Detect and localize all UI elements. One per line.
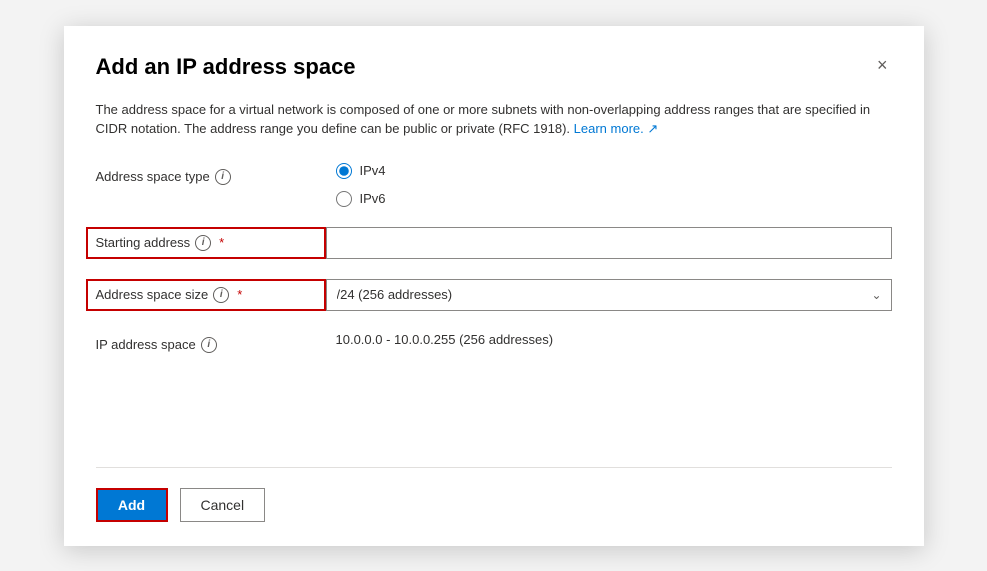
- ip-address-space-value: 10.0.0.0 - 10.0.0.255 (256 addresses): [336, 331, 892, 347]
- address-space-size-info-icon[interactable]: i: [213, 287, 229, 303]
- dialog-footer: Add Cancel: [96, 488, 892, 522]
- learn-more-link[interactable]: Learn more. ↗: [574, 121, 659, 136]
- starting-address-input[interactable]: 10.0.0.0: [326, 227, 892, 259]
- address-space-type-control: IPv4 IPv6: [336, 163, 892, 207]
- ip-address-space-row: IP address space i 10.0.0.0 - 10.0.0.255…: [96, 331, 892, 353]
- ipv4-option[interactable]: IPv4: [336, 163, 892, 179]
- description-text: The address space for a virtual network …: [96, 100, 892, 139]
- address-space-type-row: Address space type i IPv4 IPv6: [96, 163, 892, 207]
- address-space-type-radio-group: IPv4 IPv6: [336, 163, 892, 207]
- form-section: Address space type i IPv4 IPv6: [96, 163, 892, 443]
- address-space-size-row: Address space size i * /24 (256 addresse…: [96, 279, 892, 311]
- add-ip-address-space-dialog: Add an IP address space × The address sp…: [64, 26, 924, 546]
- starting-address-info-icon[interactable]: i: [195, 235, 211, 251]
- external-link-icon: ↗: [647, 121, 658, 136]
- ipv6-radio[interactable]: [336, 191, 352, 207]
- address-space-size-select[interactable]: /24 (256 addresses) /23 (512 addresses) …: [326, 279, 892, 311]
- starting-address-label: Starting address i *: [86, 227, 326, 259]
- address-space-size-control: /24 (256 addresses) /23 (512 addresses) …: [326, 279, 892, 311]
- ipv6-option[interactable]: IPv6: [336, 191, 892, 207]
- dialog-title: Add an IP address space: [96, 54, 356, 80]
- starting-address-row: Starting address i * 10.0.0.0: [96, 227, 892, 259]
- starting-address-required: *: [219, 235, 224, 250]
- cancel-button[interactable]: Cancel: [180, 488, 266, 522]
- starting-address-control: 10.0.0.0: [326, 227, 892, 259]
- dialog-header: Add an IP address space ×: [96, 54, 892, 80]
- ip-address-space-info-icon[interactable]: i: [201, 337, 217, 353]
- address-space-type-info-icon[interactable]: i: [215, 169, 231, 185]
- address-space-size-label: Address space size i *: [86, 279, 326, 311]
- footer-divider: [96, 467, 892, 468]
- address-space-size-required: *: [237, 287, 242, 302]
- address-space-size-select-wrapper: /24 (256 addresses) /23 (512 addresses) …: [326, 279, 892, 311]
- add-button[interactable]: Add: [96, 488, 168, 522]
- address-space-type-label: Address space type i: [96, 163, 336, 185]
- ip-address-space-label: IP address space i: [96, 331, 336, 353]
- close-button[interactable]: ×: [873, 54, 892, 76]
- ipv4-radio[interactable]: [336, 163, 352, 179]
